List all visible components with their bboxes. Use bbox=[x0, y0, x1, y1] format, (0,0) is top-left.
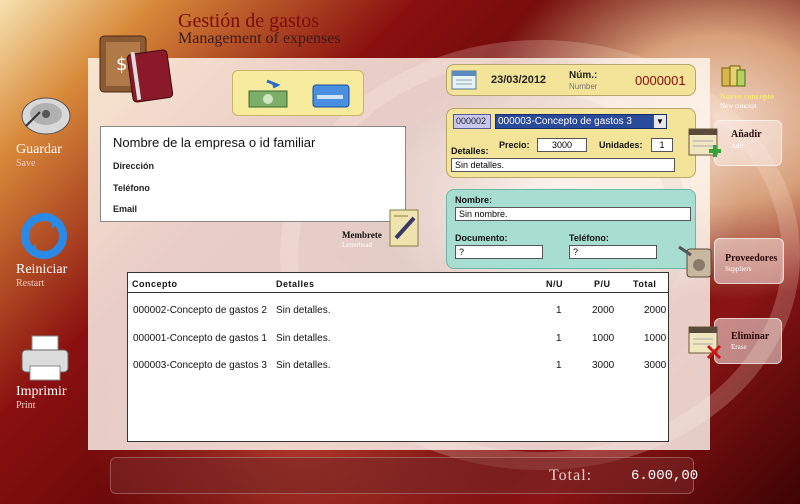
details-label: Detalles: bbox=[451, 146, 489, 156]
print-sublabel: Print bbox=[16, 400, 36, 411]
cell-detalles: Sin detalles. bbox=[276, 333, 331, 344]
new-concept-sublabel: New concept bbox=[720, 102, 757, 110]
cell-nu: 1 bbox=[556, 333, 562, 344]
concept-select-value: 000003-Concepto de gastos 3 bbox=[498, 116, 632, 127]
cell-detalles: Sin detalles. bbox=[276, 305, 331, 316]
cash-payment-icon[interactable] bbox=[247, 79, 289, 109]
save-button[interactable]: Guardar Save bbox=[10, 90, 80, 169]
supplier-name-input[interactable]: Sin nombre. bbox=[455, 207, 691, 221]
save-label: Guardar bbox=[16, 142, 62, 157]
add-document-icon bbox=[687, 127, 723, 168]
printer-icon bbox=[16, 332, 74, 384]
supplier-doc-input[interactable]: ? bbox=[455, 245, 543, 259]
number-sublabel: Number bbox=[569, 82, 598, 91]
document-info-panel: 23/03/2012 Núm.: Number 0000001 bbox=[446, 64, 696, 96]
calendar-icon[interactable] bbox=[451, 69, 477, 96]
header-pu[interactable]: P/U bbox=[594, 279, 611, 289]
table-row[interactable]: 000003-Concepto de gastos 3 Sin detalles… bbox=[128, 356, 668, 376]
document-number: 0000001 bbox=[635, 73, 686, 88]
cell-total: 1000 bbox=[644, 333, 667, 344]
supplier-doc-label: Documento: bbox=[455, 233, 508, 243]
header-detalles[interactable]: Detalles bbox=[276, 279, 315, 289]
print-label: Imprimir bbox=[16, 384, 67, 399]
app-subtitle: Management of expenses bbox=[178, 30, 341, 47]
units-input[interactable]: 1 bbox=[651, 138, 673, 152]
letterhead-button[interactable]: Membrete Letterhead bbox=[340, 206, 430, 252]
company-name[interactable]: Nombre de la empresa o id familiar bbox=[113, 135, 315, 150]
details-input[interactable]: Sin detalles. bbox=[451, 158, 675, 172]
suppliers-button-sublabel: Suppliers bbox=[725, 265, 752, 273]
cell-detalles: Sin detalles. bbox=[276, 360, 331, 371]
cell-pu: 3000 bbox=[592, 360, 615, 371]
letterhead-sublabel: Letterhead bbox=[342, 241, 372, 249]
expenses-table: Concepto Detalles N/U P/U Total 000002-C… bbox=[127, 272, 669, 442]
concept-panel: 000002 000003-Concepto de gastos 3 ▼ Det… bbox=[446, 108, 696, 178]
header-total[interactable]: Total bbox=[633, 279, 656, 289]
supplier-phone-label: Teléfono: bbox=[569, 233, 609, 243]
units-label: Unidades: bbox=[599, 140, 643, 150]
supplier-panel: Nombre: Sin nombre. Documento: ? Teléfon… bbox=[446, 189, 696, 269]
letterhead-icon bbox=[388, 208, 424, 255]
table-row[interactable]: 000001-Concepto de gastos 1 Sin detalles… bbox=[128, 329, 668, 349]
price-label: Precio: bbox=[499, 140, 530, 150]
suppliers-button[interactable]: Proveedores Suppliers bbox=[678, 238, 784, 284]
header-concepto[interactable]: Concepto bbox=[132, 279, 178, 289]
erase-document-icon bbox=[687, 325, 723, 366]
cell-total: 2000 bbox=[644, 305, 667, 316]
erase-button[interactable]: Eliminar Erase bbox=[688, 318, 782, 364]
app-window: Gestión de gastos Management of expenses… bbox=[0, 0, 800, 504]
new-concept-label: Nuevo concepto bbox=[720, 92, 774, 101]
supplier-name-label: Nombre: bbox=[455, 195, 493, 205]
add-button-label: Añadir bbox=[731, 129, 762, 140]
total-bar: Total: 6.000,00 bbox=[110, 457, 698, 494]
restart-button[interactable]: Reiniciar Restart bbox=[10, 210, 80, 289]
phone-label: Teléfono bbox=[113, 183, 150, 193]
chevron-down-icon: ▼ bbox=[653, 115, 666, 128]
new-concept-button[interactable]: Nuevo concepto New concept bbox=[714, 62, 782, 110]
cell-concepto: 000001-Concepto de gastos 1 bbox=[133, 333, 267, 344]
save-sublabel: Save bbox=[16, 158, 36, 169]
table-header: Concepto Detalles N/U P/U Total bbox=[128, 273, 668, 293]
hard-drive-icon bbox=[16, 90, 74, 142]
add-button-sublabel: Add bbox=[731, 142, 744, 150]
new-concept-icon bbox=[720, 64, 748, 95]
cell-concepto: 000003-Concepto de gastos 3 bbox=[133, 360, 267, 371]
cell-total: 3000 bbox=[644, 360, 667, 371]
table-row[interactable]: 000002-Concepto de gastos 2 Sin detalles… bbox=[128, 301, 668, 321]
cell-pu: 2000 bbox=[592, 305, 615, 316]
svg-text:$: $ bbox=[116, 54, 127, 75]
email-label: Email bbox=[113, 204, 138, 214]
erase-button-sublabel: Erase bbox=[731, 343, 747, 351]
total-label: Total: bbox=[549, 467, 593, 484]
supplier-phone-input[interactable]: ? bbox=[569, 245, 657, 259]
payment-method-panel bbox=[232, 70, 364, 116]
card-payment-icon[interactable] bbox=[311, 81, 353, 109]
print-button[interactable]: Imprimir Print bbox=[10, 332, 80, 411]
total-value: 6.000,00 bbox=[631, 468, 699, 484]
suppliers-button-label: Proveedores bbox=[725, 253, 778, 264]
refresh-icon bbox=[16, 210, 74, 262]
restart-label: Reiniciar bbox=[16, 262, 68, 277]
cell-nu: 1 bbox=[556, 305, 562, 316]
address-label: Dirección bbox=[113, 161, 155, 171]
add-button[interactable]: Añadir Add bbox=[688, 120, 782, 166]
price-input[interactable]: 3000 bbox=[537, 138, 587, 152]
restart-sublabel: Restart bbox=[16, 278, 45, 289]
letterhead-label: Membrete bbox=[342, 230, 382, 240]
cell-concepto: 000002-Concepto de gastos 2 bbox=[133, 305, 267, 316]
erase-button-label: Eliminar bbox=[731, 331, 770, 342]
ledger-books-icon: $ bbox=[96, 30, 176, 104]
number-label: Núm.: bbox=[569, 70, 598, 81]
cell-nu: 1 bbox=[556, 360, 562, 371]
header-nu[interactable]: N/U bbox=[546, 279, 563, 289]
document-date[interactable]: 23/03/2012 bbox=[491, 74, 546, 86]
concept-code: 000002 bbox=[453, 114, 491, 129]
suppliers-icon bbox=[677, 241, 717, 286]
concept-select[interactable]: 000003-Concepto de gastos 3 ▼ bbox=[495, 114, 667, 129]
cell-pu: 1000 bbox=[592, 333, 615, 344]
